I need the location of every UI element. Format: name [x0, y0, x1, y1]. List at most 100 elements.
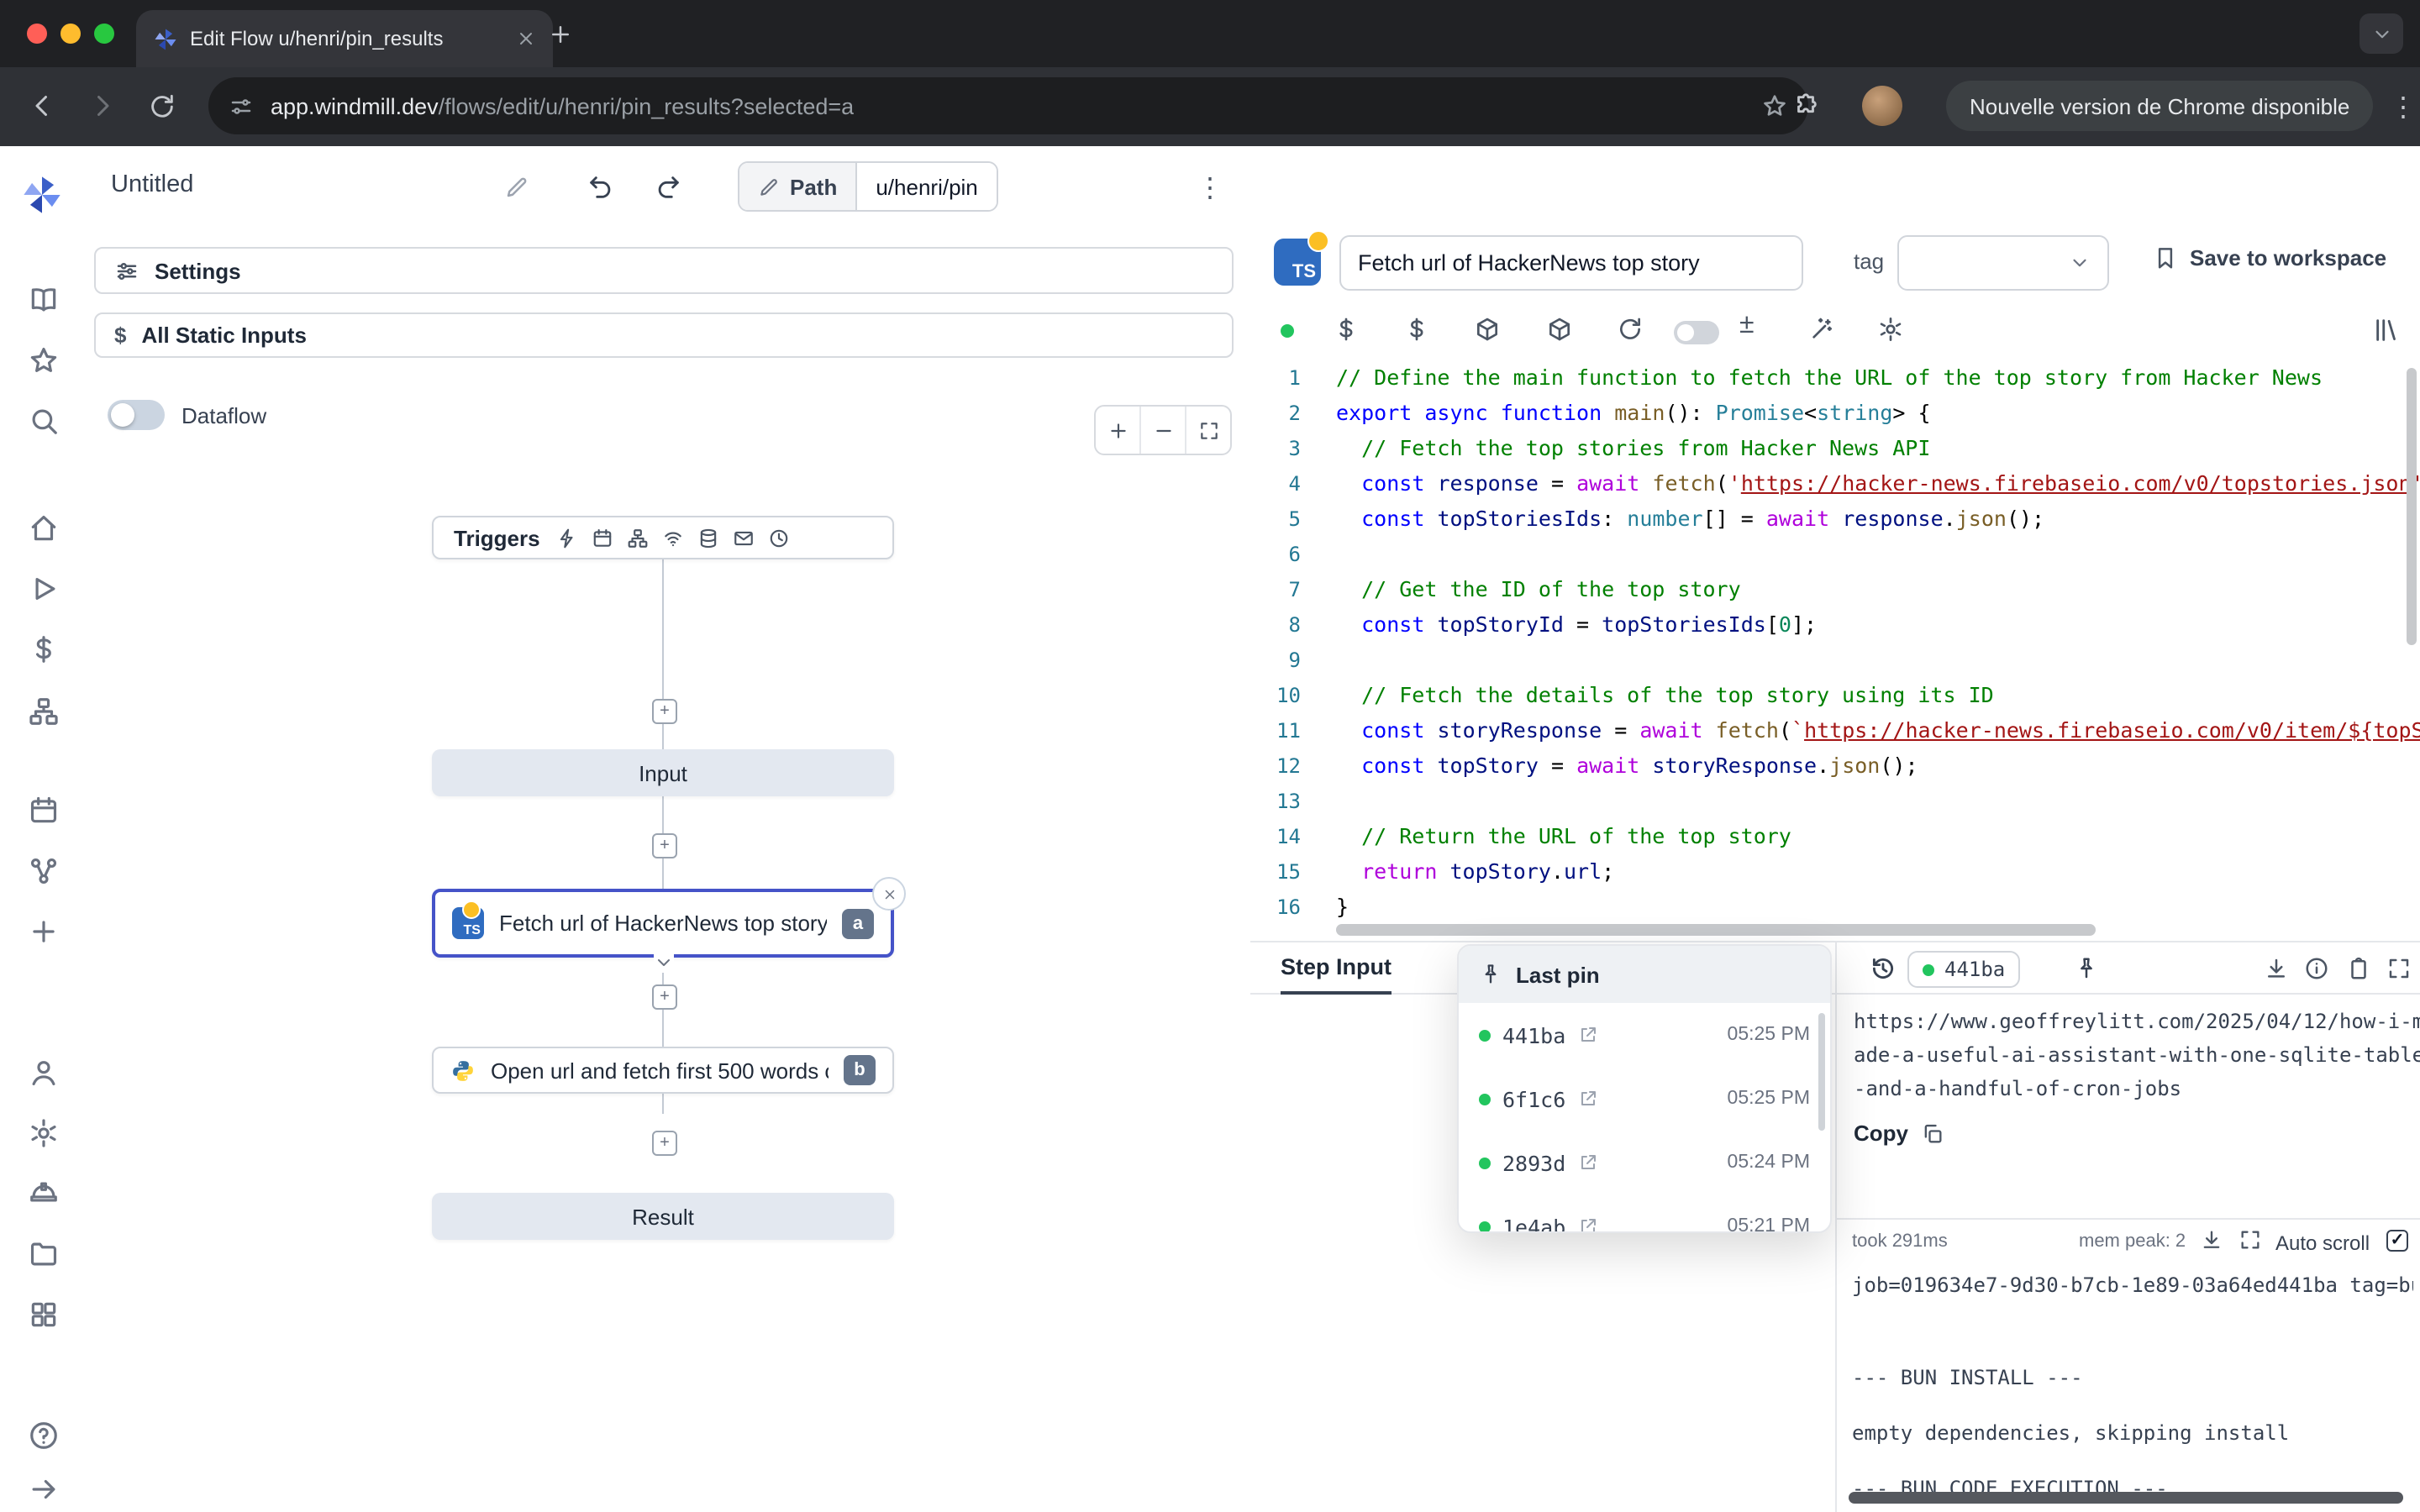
add-step-button[interactable]: + — [652, 699, 677, 724]
browser-tab[interactable]: Edit Flow u/henri/pin_results — [136, 10, 553, 67]
rail-resources-icon[interactable] — [27, 696, 59, 727]
site-info-icon[interactable] — [229, 93, 254, 118]
result-node[interactable]: Result — [432, 1193, 894, 1240]
redo-icon[interactable] — [654, 173, 682, 202]
ai-assistant-icon[interactable] — [1808, 316, 1835, 343]
tag-select[interactable] — [1897, 235, 2109, 291]
window-close-button[interactable] — [27, 24, 47, 44]
variables-icon[interactable] — [1403, 316, 1430, 343]
reload-button[interactable] — [148, 92, 176, 121]
autoscroll-checkbox[interactable]: ✓ — [2386, 1230, 2408, 1252]
chrome-update-chip[interactable]: Nouvelle version de Chrome disponible — [1946, 81, 2373, 131]
rail-schemas-icon[interactable] — [27, 855, 59, 887]
flow-name[interactable]: Untitled — [111, 171, 193, 198]
external-link-icon[interactable] — [1577, 1216, 1597, 1233]
collapse-step-icon[interactable] — [654, 953, 674, 973]
last-pin-item[interactable]: Last pin — [1459, 946, 1830, 1003]
window-minimize-button[interactable] — [60, 24, 81, 44]
code-vertical-scrollbar[interactable] — [2407, 368, 2417, 645]
rail-docs-icon[interactable] — [27, 284, 59, 316]
menu-scrollbar[interactable] — [1818, 1013, 1825, 1131]
logs-scrollbar[interactable] — [1849, 1492, 2403, 1504]
input-node[interactable]: Input — [432, 749, 894, 796]
tab-search-button[interactable] — [2360, 13, 2403, 54]
diff-mode-icon[interactable]: ± — [1739, 311, 1754, 341]
rail-create-icon[interactable] — [27, 916, 59, 948]
copy-button[interactable]: Copy — [1854, 1121, 1944, 1146]
chrome-menu-icon[interactable]: ⋮ — [2390, 91, 2417, 124]
rail-settings-icon[interactable] — [27, 1117, 59, 1149]
websocket-trigger-icon[interactable] — [663, 527, 685, 549]
add-step-button[interactable]: + — [652, 984, 677, 1010]
triggers-node[interactable]: Triggers — [432, 516, 894, 559]
clipboard-icon[interactable] — [2346, 956, 2371, 981]
reset-icon[interactable] — [1617, 316, 1644, 343]
code-editor[interactable]: 1// Define the main function to fetch th… — [1250, 360, 2420, 941]
rail-folders-icon[interactable] — [27, 1238, 59, 1270]
pin-icon[interactable] — [2074, 956, 2099, 981]
dataflow-toggle[interactable] — [108, 400, 165, 430]
rail-apps-icon[interactable] — [27, 1299, 59, 1331]
path-value[interactable]: u/henri/pin — [857, 163, 996, 210]
package-icon[interactable] — [1546, 316, 1573, 343]
pin-menu-item[interactable]: 2893d05:24 PM — [1459, 1131, 1830, 1194]
pin-menu-item[interactable]: 1e4ab05:21 PM — [1459, 1194, 1830, 1233]
settings-row[interactable]: Settings — [94, 247, 1234, 294]
email-trigger-icon[interactable] — [734, 527, 755, 549]
history-icon[interactable] — [1869, 954, 1897, 983]
rail-runs-icon[interactable] — [27, 573, 59, 605]
zoom-out-button[interactable] — [1141, 407, 1186, 454]
delete-step-button[interactable] — [872, 877, 906, 911]
static-inputs-row[interactable]: $ All Static Inputs — [94, 312, 1234, 358]
rail-account-icon[interactable] — [27, 1057, 59, 1089]
editor-settings-icon[interactable] — [1877, 316, 1904, 343]
new-tab-button[interactable] — [548, 22, 573, 47]
tab-step-input[interactable]: Step Input — [1281, 942, 1392, 995]
rail-schedules-icon[interactable] — [27, 795, 59, 827]
external-link-icon[interactable] — [1577, 1152, 1597, 1173]
pinned-result-chip[interactable]: 441ba — [1907, 951, 2020, 988]
poll-trigger-icon[interactable] — [769, 527, 791, 549]
step-b-node[interactable]: Open url and fetch first 500 words of ..… — [432, 1047, 894, 1094]
rail-workers-icon[interactable] — [27, 1178, 59, 1210]
path-control[interactable]: Path u/henri/pin — [738, 161, 998, 212]
add-step-button[interactable]: + — [652, 1131, 677, 1156]
rail-variables-icon[interactable] — [27, 633, 59, 665]
download-result-icon[interactable] — [2264, 956, 2289, 981]
rail-home-icon[interactable] — [27, 512, 59, 544]
expand-result-icon[interactable] — [2386, 956, 2412, 981]
forward-button[interactable] — [87, 91, 118, 121]
rail-favorites-icon[interactable] — [27, 344, 59, 376]
fit-view-button[interactable] — [1186, 407, 1230, 454]
window-zoom-button[interactable] — [94, 24, 114, 44]
rail-collapse-icon[interactable] — [27, 1473, 59, 1505]
schedule-trigger-icon[interactable] — [592, 527, 614, 549]
editor-mini-toggle[interactable] — [1674, 321, 1719, 344]
step-a-node-selected[interactable]: TS Fetch url of HackerNews top story a — [432, 889, 894, 958]
expand-logs-icon[interactable] — [2238, 1228, 2262, 1252]
undo-icon[interactable] — [587, 173, 615, 202]
resources-icon[interactable] — [1474, 316, 1501, 343]
omnibox[interactable]: app.windmill.dev/flows/edit/u/henri/pin_… — [208, 77, 1808, 134]
webhook-trigger-icon[interactable] — [557, 527, 579, 549]
static-inputs-icon[interactable] — [1333, 316, 1360, 343]
info-icon[interactable] — [2304, 956, 2329, 981]
rail-search-icon[interactable] — [27, 405, 59, 437]
bookmark-star-icon[interactable] — [1761, 92, 1788, 119]
tab-close-icon[interactable] — [516, 29, 536, 49]
http-route-trigger-icon[interactable] — [628, 527, 650, 549]
rail-help-icon[interactable] — [27, 1420, 59, 1452]
extensions-icon[interactable] — [1791, 92, 1820, 121]
avatar[interactable] — [1862, 86, 1902, 126]
step-title-input[interactable]: Fetch url of HackerNews top story — [1339, 235, 1803, 291]
pin-menu-item[interactable]: 441ba05:25 PM — [1459, 1003, 1830, 1067]
postgres-trigger-icon[interactable] — [698, 527, 720, 549]
save-to-workspace-button[interactable]: Save to workspace — [2153, 245, 2386, 270]
more-options-icon[interactable]: ⋮ — [1197, 171, 1223, 205]
download-logs-icon[interactable] — [2200, 1228, 2223, 1252]
code-horizontal-scrollbar[interactable] — [1336, 924, 2096, 936]
add-step-button[interactable]: + — [652, 833, 677, 858]
library-icon[interactable] — [2373, 316, 2402, 344]
zoom-in-button[interactable] — [1096, 407, 1141, 454]
path-button[interactable]: Path — [739, 163, 857, 210]
